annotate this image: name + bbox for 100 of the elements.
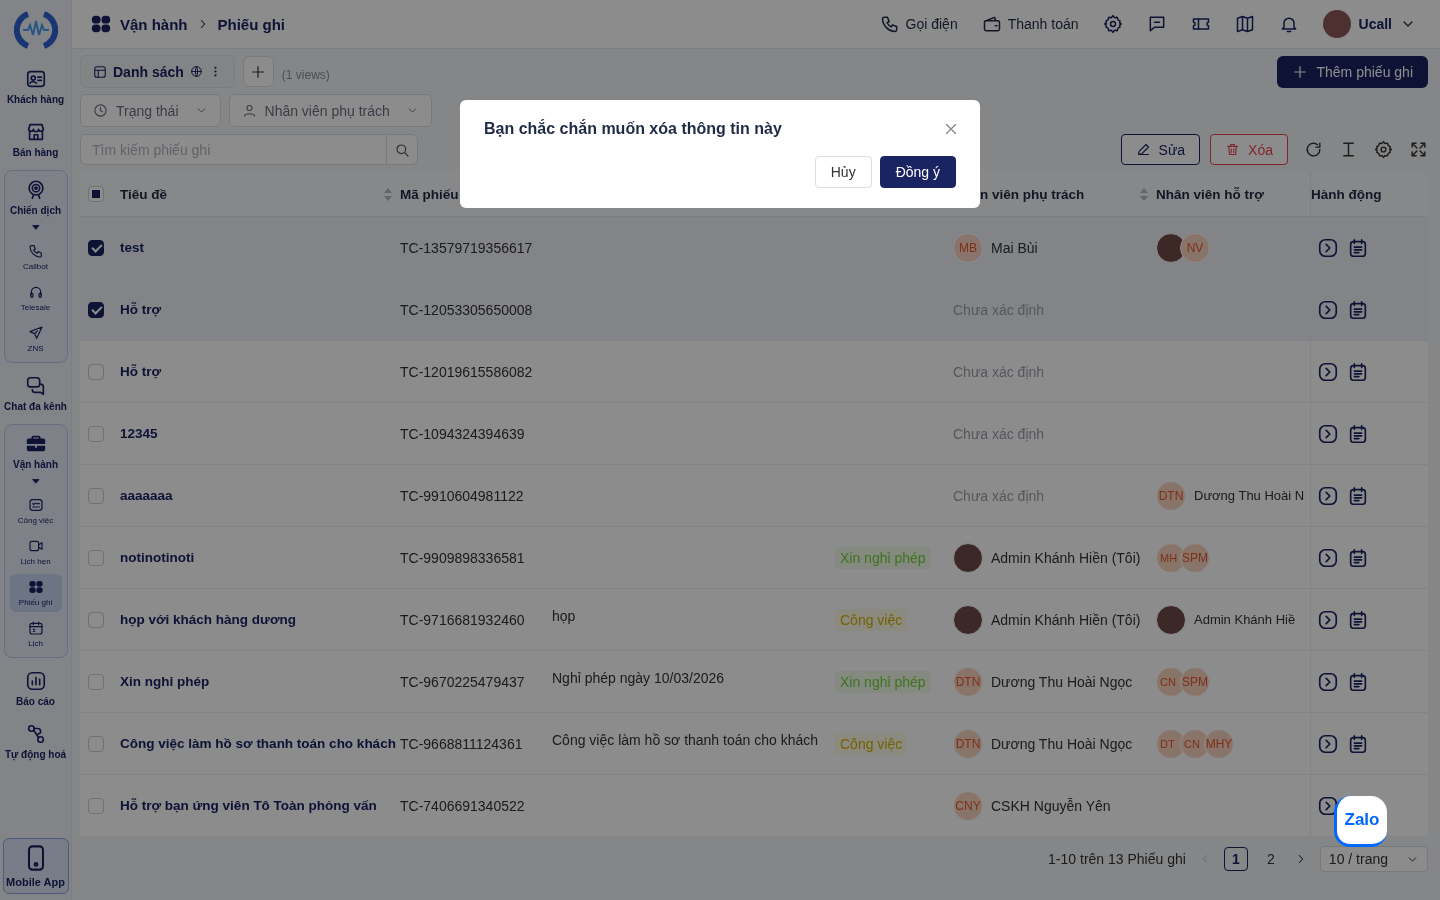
photo-avatar bbox=[953, 604, 983, 635]
calendar-note-icon[interactable] bbox=[1347, 236, 1369, 259]
photo-avatar bbox=[1156, 604, 1186, 635]
record-description: Nghỉ phép ngày 10/03/2026 bbox=[552, 669, 725, 686]
calendar-note-icon[interactable] bbox=[1347, 484, 1369, 507]
photo-avatar bbox=[953, 542, 983, 573]
filter-dropdown[interactable]: Trạng thái bbox=[80, 94, 221, 127]
breadcrumb-link[interactable]: Vận hành bbox=[120, 15, 188, 33]
assignee-name: CSKH Nguyễn Yên bbox=[991, 797, 1111, 814]
reload-icon[interactable] bbox=[1304, 140, 1323, 159]
sidebar-item[interactable]: Báo cáo bbox=[3, 666, 68, 711]
column-header[interactable]: Mã phiếu bbox=[400, 186, 459, 202]
sidebar-subitem[interactable]: Phiếu ghi bbox=[9, 574, 62, 612]
zalo-chat-button[interactable]: Zalo bbox=[1334, 796, 1387, 847]
record-title[interactable]: Hỗ trợ bạn ứng viên Tô Toàn phỏng vấn bbox=[120, 798, 377, 813]
assignee-name: Admin Khánh Hiền (Tôi) bbox=[991, 549, 1141, 566]
initials-avatar: DTN bbox=[1156, 480, 1186, 511]
calendar-note-icon[interactable] bbox=[1347, 608, 1369, 631]
topbar-link[interactable]: Thanh toán bbox=[981, 14, 1079, 34]
user-avatar[interactable] bbox=[1322, 10, 1351, 38]
row-checkbox[interactable] bbox=[88, 301, 104, 318]
record-title[interactable]: Hỗ trợ bbox=[120, 302, 162, 317]
contacts-card-icon bbox=[24, 68, 47, 90]
record-code: TC-13579719356617 bbox=[400, 239, 533, 256]
sidebar-item[interactable]: Bán hàng bbox=[3, 117, 68, 162]
record-title[interactable]: 12345 bbox=[120, 426, 158, 441]
record-code: TC-9670225479437 bbox=[400, 673, 525, 690]
calendar-note-icon[interactable] bbox=[1347, 546, 1369, 569]
supporter-name: Dương Thu Hoài N bbox=[1194, 488, 1305, 503]
cancel-button[interactable]: Hủy bbox=[814, 156, 872, 188]
bar-chart-icon bbox=[24, 670, 47, 692]
row-checkbox[interactable] bbox=[88, 239, 104, 256]
pagination-summary: 1-10 trên 13 Phiếu ghi bbox=[1048, 851, 1186, 867]
calendar-note-icon[interactable] bbox=[1347, 732, 1369, 755]
record-title[interactable]: test bbox=[120, 240, 144, 255]
page-button[interactable]: 1 bbox=[1223, 847, 1248, 871]
initials-avatar: DTN bbox=[953, 666, 983, 697]
record-code: TC-9910604981122 bbox=[400, 487, 524, 504]
record-title[interactable]: notinotinoti bbox=[120, 550, 195, 565]
person-icon bbox=[241, 103, 257, 118]
sidebar-subitem[interactable]: Lịch hẹn bbox=[9, 533, 62, 571]
category-tag: Công việc bbox=[835, 608, 908, 631]
confirm-button[interactable]: Đồng ý bbox=[879, 156, 956, 188]
record-title[interactable]: Công việc làm hồ sơ thanh toán cho khách bbox=[120, 736, 396, 751]
sidebar-item[interactable]: Vận hành bbox=[3, 429, 68, 474]
view-tab[interactable]: Danh sách bbox=[80, 55, 235, 88]
sidebar-subitem[interactable]: ZNS bbox=[9, 320, 62, 358]
initials-avatar: MB bbox=[953, 232, 983, 263]
add-record-button[interactable]: Thêm phiếu ghi bbox=[1277, 55, 1428, 88]
record-description: họp bbox=[552, 607, 576, 624]
delete-button[interactable]: Xóa bbox=[1210, 134, 1288, 165]
category-tag: Công việc bbox=[835, 732, 908, 755]
calendar-note-icon[interactable] bbox=[1347, 670, 1369, 693]
topbar-link[interactable]: Gọi điện bbox=[879, 14, 958, 34]
trash-icon bbox=[1225, 142, 1241, 157]
logo-icon[interactable] bbox=[13, 10, 58, 50]
record-title[interactable]: Xin nghỉ phép bbox=[120, 674, 210, 689]
calendar-note-icon[interactable] bbox=[1347, 298, 1369, 321]
record-title[interactable]: aaaaaaa bbox=[120, 488, 173, 503]
calendar-note-icon[interactable] bbox=[1347, 360, 1369, 383]
clover-icon bbox=[27, 579, 44, 595]
sidebar-subitem[interactable]: Callbot bbox=[9, 238, 62, 276]
wallet-icon bbox=[981, 14, 1002, 34]
record-description: Công việc làm hồ sơ thanh toán cho khách bbox=[552, 731, 818, 748]
user-name[interactable]: Ucall bbox=[1358, 16, 1392, 32]
sidebar-item[interactable]: Khách hàng bbox=[3, 64, 68, 109]
page-button[interactable]: 2 bbox=[1259, 848, 1282, 870]
filter-dropdown[interactable]: Nhân viên phụ trách bbox=[228, 94, 432, 127]
mobile-app-button[interactable]: Mobile App bbox=[2, 838, 69, 894]
send-icon bbox=[27, 325, 44, 341]
sidebar-item[interactable]: Chat đa kênh bbox=[3, 371, 68, 416]
column-header[interactable]: Hành động bbox=[1311, 186, 1382, 202]
supporter-name: Admin Khánh Hiề bbox=[1194, 612, 1296, 627]
video-camera-icon bbox=[27, 538, 44, 554]
column-header[interactable]: n viên phụ trách bbox=[980, 186, 1085, 202]
sidebar-subitem[interactable]: Telesale bbox=[9, 279, 62, 317]
sidebar-item[interactable]: Tự động hoá bbox=[3, 719, 68, 764]
record-title[interactable]: Hỗ trợ bbox=[120, 364, 162, 379]
settings-icon[interactable] bbox=[1374, 140, 1393, 159]
edit-button[interactable]: Sửa bbox=[1120, 134, 1201, 165]
sidebar-item[interactable]: Chiến dịch bbox=[3, 175, 68, 220]
checklist-icon bbox=[27, 497, 44, 513]
plus-icon bbox=[250, 63, 267, 80]
column-header[interactable]: Tiêu đề bbox=[120, 186, 167, 202]
category-tag: Xin nghỉ phép bbox=[835, 546, 931, 569]
book-icon[interactable] bbox=[1234, 14, 1255, 34]
calendar-note-icon[interactable] bbox=[1347, 422, 1369, 445]
settings-icon[interactable] bbox=[1102, 14, 1123, 34]
page-size-select[interactable]: 10 / trang bbox=[1319, 846, 1428, 872]
record-code: TC-9909898336581 bbox=[400, 549, 525, 566]
select-all-checkbox[interactable] bbox=[88, 186, 104, 202]
assignee-name: Mai Bùi bbox=[991, 239, 1038, 256]
record-code: TC-1094324394639 bbox=[400, 425, 525, 442]
fullscreen-icon[interactable] bbox=[1409, 140, 1428, 159]
sidebar-subitem[interactable]: Lịch bbox=[9, 615, 62, 653]
search-button[interactable] bbox=[387, 134, 418, 165]
record-title[interactable]: họp với khách hàng dương bbox=[120, 612, 296, 627]
clock-icon bbox=[93, 103, 108, 118]
sidebar-subitem[interactable]: Công việc bbox=[9, 492, 62, 530]
column-header[interactable]: Nhân viên hỗ trợ bbox=[1156, 186, 1264, 202]
